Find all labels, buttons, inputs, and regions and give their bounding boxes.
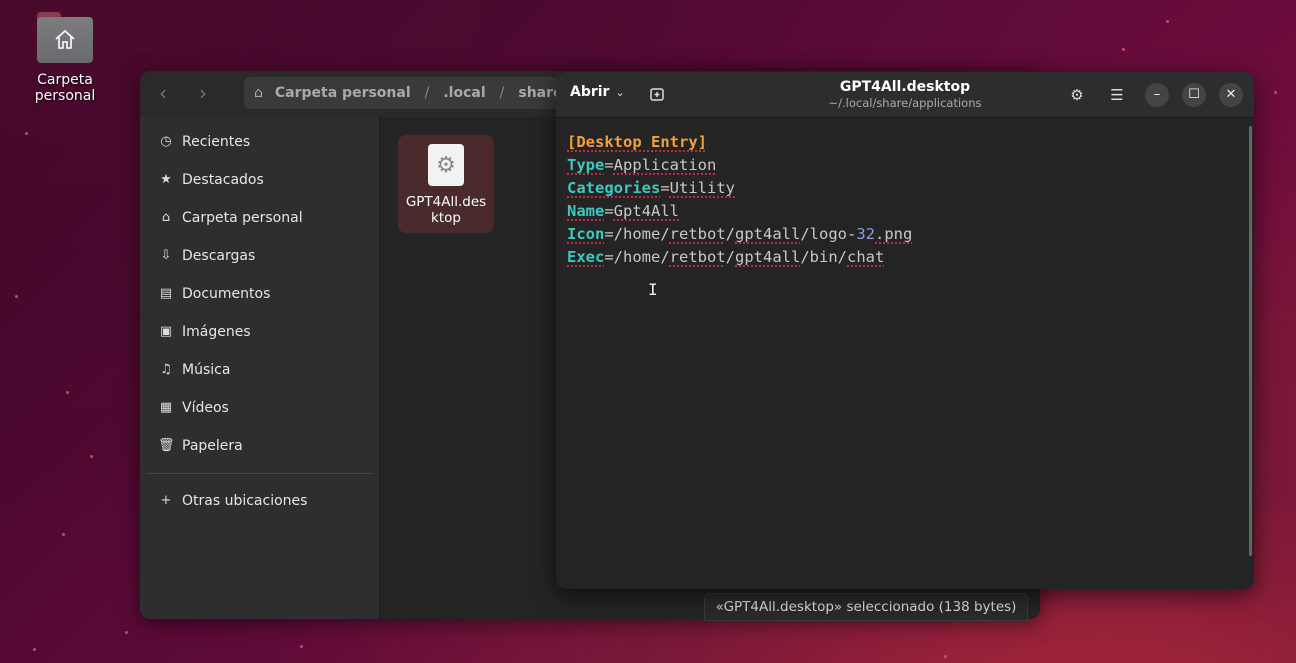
video-icon: ▦ [159, 400, 173, 415]
path-segment-local[interactable]: .local [437, 85, 491, 101]
text-cursor-icon: I [648, 280, 658, 299]
open-button-label: Abrir [570, 84, 610, 100]
code-line: [Desktop Entry] [567, 133, 707, 151]
sidebar-item-label: Vídeos [182, 400, 229, 416]
sidebar-item-label: Papelera [182, 438, 243, 454]
editor-title: GPT4All.desktop ~/.local/share/applicati… [756, 79, 1054, 110]
music-icon: ♫ [160, 362, 172, 377]
path-segment-home[interactable]: Carpeta personal [269, 85, 417, 101]
editor-text-area[interactable]: [Desktop Entry] Type=Application Categorie… [567, 131, 912, 269]
code-line: Type=Application [567, 156, 717, 174]
sidebar-item-carpeta-personal[interactable]: ⌂ Carpeta personal [140, 199, 379, 237]
path-separator: / [499, 85, 505, 101]
maximize-button[interactable]: ☐ [1182, 83, 1206, 107]
file-name: GPT4All.des ktop [405, 194, 487, 226]
sidebar-divider [146, 473, 373, 474]
minimize-button[interactable]: – [1145, 83, 1169, 107]
desktop-home-folder[interactable]: Carpeta personal [6, 12, 124, 104]
sidebar-item-destacados[interactable]: ★ Destacados [140, 161, 379, 199]
sidebar-item-label: Imágenes [182, 324, 251, 340]
selection-status: «GPT4All.desktop» seleccionado (138 byte… [704, 593, 1028, 621]
sidebar-item-videos[interactable]: ▦ Vídeos [140, 389, 379, 427]
file-item[interactable]: ⚙ GPT4All.des ktop [398, 135, 494, 233]
code-line: Exec=/home/retbot/gpt4all/bin/chat [567, 248, 885, 266]
sidebar-item-musica[interactable]: ♫ Música [140, 351, 379, 389]
code-line: Name=Gpt4All [567, 202, 679, 220]
sidebar-item-imagenes[interactable]: ▣ Imágenes [140, 313, 379, 351]
new-tab-icon[interactable] [648, 85, 666, 103]
settings-icon[interactable]: ⚙ [1065, 83, 1089, 107]
sidebar-item-documentos[interactable]: ▤ Documentos [140, 275, 379, 313]
desktop-icon-label: Carpeta personal [34, 72, 96, 104]
sidebar-item-recientes[interactable]: ◷ Recientes [140, 123, 379, 161]
vertical-scrollbar[interactable] [1249, 126, 1252, 556]
home-icon: ⌂ [161, 210, 171, 225]
path-separator: / [424, 85, 430, 101]
clock-icon: ◷ [160, 134, 172, 149]
sidebar-item-label: Documentos [182, 286, 271, 302]
text-editor-window: Abrir ⌄ GPT4All.desktop ~/.local/share/ap… [556, 72, 1254, 589]
editor-header: Abrir ⌄ GPT4All.desktop ~/.local/share/ap… [556, 72, 1254, 118]
close-button[interactable]: ✕ [1219, 83, 1243, 107]
settings-file-icon: ⚙ [428, 144, 464, 186]
code-line: Categories=Utility [567, 179, 735, 197]
sidebar-item-label: Carpeta personal [182, 210, 303, 226]
forward-button[interactable]: › [188, 81, 218, 107]
home-folder-icon [37, 12, 93, 64]
star-icon: ★ [160, 172, 172, 187]
sidebar-item-label: Otras ubicaciones [182, 493, 308, 509]
sidebar-item-label: Recientes [182, 134, 251, 150]
chevron-down-icon: ⌄ [615, 86, 625, 99]
menu-icon[interactable]: ☰ [1105, 83, 1129, 107]
document-title: GPT4All.desktop [839, 79, 971, 95]
code-line: Icon=/home/retbot/gpt4all/logo-32.png [567, 225, 913, 243]
sidebar-item-papelera[interactable]: 🗑 Papelera [140, 427, 379, 465]
home-icon: ⌂ [254, 85, 263, 101]
back-button[interactable]: ‹ [148, 81, 178, 107]
sidebar-item-label: Descargas [182, 248, 256, 264]
download-icon: ⇩ [160, 248, 172, 263]
image-icon: ▣ [159, 324, 173, 339]
sidebar: ◷ Recientes ★ Destacados ⌂ Carpeta perso… [140, 117, 380, 619]
sidebar-item-label: Destacados [182, 172, 264, 188]
sidebar-item-otras-ubicaciones[interactable]: + Otras ubicaciones [140, 482, 379, 520]
open-button[interactable]: Abrir ⌄ [570, 84, 625, 100]
document-path: ~/.local/share/applications [828, 96, 982, 110]
sidebar-item-descargas[interactable]: ⇩ Descargas [140, 237, 379, 275]
plus-icon: + [160, 493, 172, 508]
trash-icon: 🗑 [158, 438, 175, 453]
sidebar-item-label: Música [182, 362, 231, 378]
document-icon: ▤ [159, 286, 173, 301]
